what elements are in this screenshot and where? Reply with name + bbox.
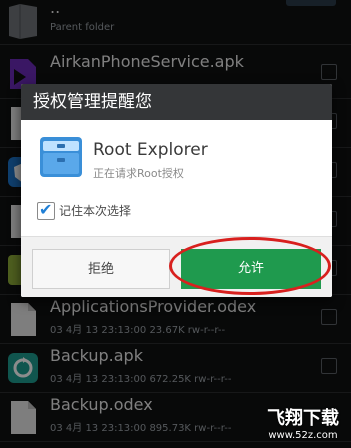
remember-choice-label: 记住本次选择	[59, 204, 132, 218]
root-explorer-icon	[40, 137, 82, 177]
dialog-title: 授权管理提醒您	[21, 84, 332, 120]
app-name: Root Explorer	[93, 140, 208, 160]
request-status-text: 正在请求Root授权	[93, 167, 184, 180]
highlight-circle-annotation	[169, 237, 331, 295]
deny-button[interactable]: 拒绝	[32, 249, 170, 289]
watermark-url: www.52z.com	[268, 430, 338, 441]
watermark: 飞翔下载 www.52z.com	[258, 404, 348, 446]
checkmark-icon: ✔	[39, 200, 53, 219]
checkbox-box[interactable]: ✔	[37, 200, 55, 220]
watermark-title: 飞翔下载	[267, 408, 339, 429]
